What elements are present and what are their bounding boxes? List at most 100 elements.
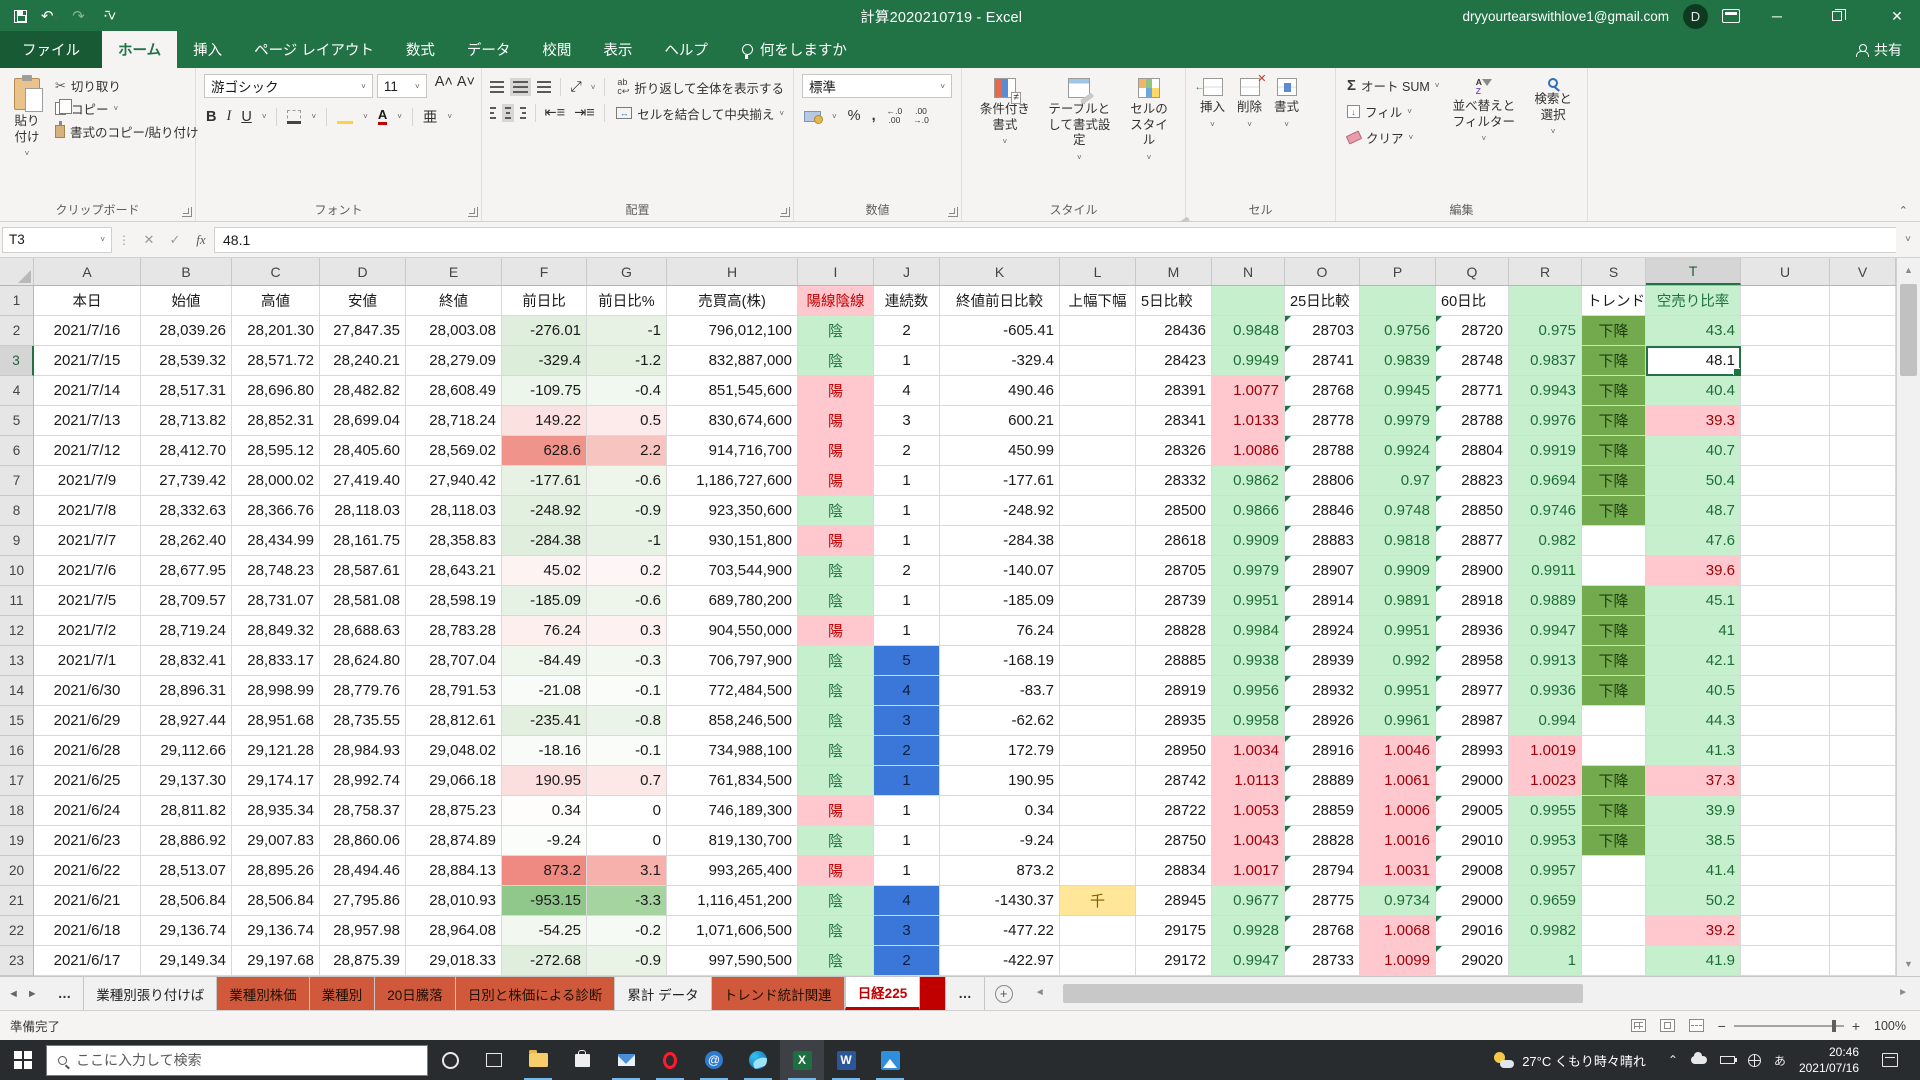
cell-R16[interactable]: 1.0019 [1509, 736, 1582, 766]
cell-O22[interactable]: 28768 [1285, 916, 1360, 946]
cell-Q21[interactable]: 29000 [1436, 886, 1509, 916]
cell-N10[interactable]: 0.9979 [1212, 556, 1285, 586]
cell-G4[interactable]: -0.4 [587, 376, 667, 406]
cell-Q15[interactable]: 28987 [1436, 706, 1509, 736]
cell-R4[interactable]: 0.9943 [1509, 376, 1582, 406]
align-center-icon[interactable] [505, 107, 511, 119]
cell-H13[interactable]: 706,797,900 [667, 646, 798, 676]
tab-formulas[interactable]: 数式 [390, 31, 451, 68]
cell-D7[interactable]: 27,419.40 [320, 466, 406, 496]
cell-C8[interactable]: 28,366.76 [232, 496, 320, 526]
cell-M11[interactable]: 28739 [1136, 586, 1212, 616]
cell-C6[interactable]: 28,595.12 [232, 436, 320, 466]
cell-N13[interactable]: 0.9938 [1212, 646, 1285, 676]
column-header-K[interactable]: K [940, 258, 1060, 285]
row-header-11[interactable]: 11 [0, 586, 34, 616]
row-header-4[interactable]: 4 [0, 376, 34, 406]
row-header-9[interactable]: 9 [0, 526, 34, 556]
cell-A6[interactable]: 2021/7/12 [34, 436, 141, 466]
cell-D15[interactable]: 28,735.55 [320, 706, 406, 736]
cell-T18[interactable]: 39.9 [1646, 796, 1741, 826]
align-right-icon[interactable] [520, 107, 526, 119]
cell-A22[interactable]: 2021/6/18 [34, 916, 141, 946]
network-icon[interactable] [1748, 1054, 1761, 1067]
cell-C20[interactable]: 28,895.26 [232, 856, 320, 886]
font-name-combo[interactable]: 游ゴシック˅ [204, 74, 373, 98]
cell-S5[interactable]: 下降 [1582, 406, 1646, 436]
cell-L17[interactable] [1060, 766, 1136, 796]
cell-T21[interactable]: 50.2 [1646, 886, 1741, 916]
cell-C4[interactable]: 28,696.80 [232, 376, 320, 406]
cell-H4[interactable]: 851,545,600 [667, 376, 798, 406]
cell-Q5[interactable]: 28788 [1436, 406, 1509, 436]
cell-K23[interactable]: -422.97 [940, 946, 1060, 976]
cell-Q4[interactable]: 28771 [1436, 376, 1509, 406]
cell-O9[interactable]: 28883 [1285, 526, 1360, 556]
share-button[interactable]: 共有 [1856, 40, 1920, 68]
photos-taskbar-button[interactable] [868, 1040, 912, 1080]
row-header-18[interactable]: 18 [0, 796, 34, 826]
cell-U21[interactable] [1741, 886, 1830, 916]
cell-N7[interactable]: 0.9862 [1212, 466, 1285, 496]
cell-I15[interactable]: 陰 [798, 706, 874, 736]
cell-L11[interactable] [1060, 586, 1136, 616]
insert-function-icon[interactable]: fx [188, 232, 214, 248]
cell-V12[interactable] [1830, 616, 1896, 646]
cell-P2[interactable]: 0.9756 [1360, 316, 1436, 346]
cell-F3[interactable]: -329.4 [502, 346, 587, 376]
cell-D10[interactable]: 28,587.61 [320, 556, 406, 586]
cell-T8[interactable]: 48.7 [1646, 496, 1741, 526]
cell-O14[interactable]: 28932 [1285, 676, 1360, 706]
cell-T13[interactable]: 42.1 [1646, 646, 1741, 676]
cell-Q17[interactable]: 29000 [1436, 766, 1509, 796]
cell-N19[interactable]: 1.0043 [1212, 826, 1285, 856]
row-header-7[interactable]: 7 [0, 466, 34, 496]
cell-U15[interactable] [1741, 706, 1830, 736]
alignment-dialog-launcher[interactable] [780, 207, 790, 217]
cell-L15[interactable] [1060, 706, 1136, 736]
cell-F23[interactable]: -272.68 [502, 946, 587, 976]
cell-C7[interactable]: 28,000.02 [232, 466, 320, 496]
column-header-T[interactable]: T [1646, 258, 1741, 285]
cell-V1[interactable] [1830, 286, 1896, 316]
cell-F1[interactable]: 前日比 [502, 286, 587, 316]
column-header-P[interactable]: P [1360, 258, 1436, 285]
row-header-2[interactable]: 2 [0, 316, 34, 346]
cell-R18[interactable]: 0.9955 [1509, 796, 1582, 826]
column-header-B[interactable]: B [141, 258, 232, 285]
cell-F8[interactable]: -248.92 [502, 496, 587, 526]
cell-D17[interactable]: 28,992.74 [320, 766, 406, 796]
cell-R21[interactable]: 0.9659 [1509, 886, 1582, 916]
cell-I13[interactable]: 陰 [798, 646, 874, 676]
cell-J1[interactable]: 連続数 [874, 286, 940, 316]
cell-V10[interactable] [1830, 556, 1896, 586]
cell-B22[interactable]: 29,136.74 [141, 916, 232, 946]
column-header-A[interactable]: A [34, 258, 141, 285]
cell-B16[interactable]: 29,112.66 [141, 736, 232, 766]
select-all-corner[interactable] [0, 258, 34, 285]
row-header-19[interactable]: 19 [0, 826, 34, 856]
cell-R13[interactable]: 0.9913 [1509, 646, 1582, 676]
cell-C23[interactable]: 29,197.68 [232, 946, 320, 976]
cell-O7[interactable]: 28806 [1285, 466, 1360, 496]
cell-M4[interactable]: 28391 [1136, 376, 1212, 406]
cell-J8[interactable]: 1 [874, 496, 940, 526]
cell-R15[interactable]: 0.994 [1509, 706, 1582, 736]
sort-filter-button[interactable]: AZ 並べ替えとフィルター˅ [1446, 74, 1521, 199]
cell-P22[interactable]: 1.0068 [1360, 916, 1436, 946]
task-view-button[interactable] [472, 1040, 516, 1080]
cell-V5[interactable] [1830, 406, 1896, 436]
cell-P7[interactable]: 0.97 [1360, 466, 1436, 496]
cell-S4[interactable]: 下降 [1582, 376, 1646, 406]
cell-N22[interactable]: 0.9928 [1212, 916, 1285, 946]
cell-P9[interactable]: 0.9818 [1360, 526, 1436, 556]
cell-D12[interactable]: 28,688.63 [320, 616, 406, 646]
cell-L21[interactable]: 千 [1060, 886, 1136, 916]
cell-U2[interactable] [1741, 316, 1830, 346]
cell-K2[interactable]: -605.41 [940, 316, 1060, 346]
cell-M2[interactable]: 28436 [1136, 316, 1212, 346]
cell-H21[interactable]: 1,116,451,200 [667, 886, 798, 916]
cell-U10[interactable] [1741, 556, 1830, 586]
cell-L16[interactable] [1060, 736, 1136, 766]
cell-D19[interactable]: 28,860.06 [320, 826, 406, 856]
